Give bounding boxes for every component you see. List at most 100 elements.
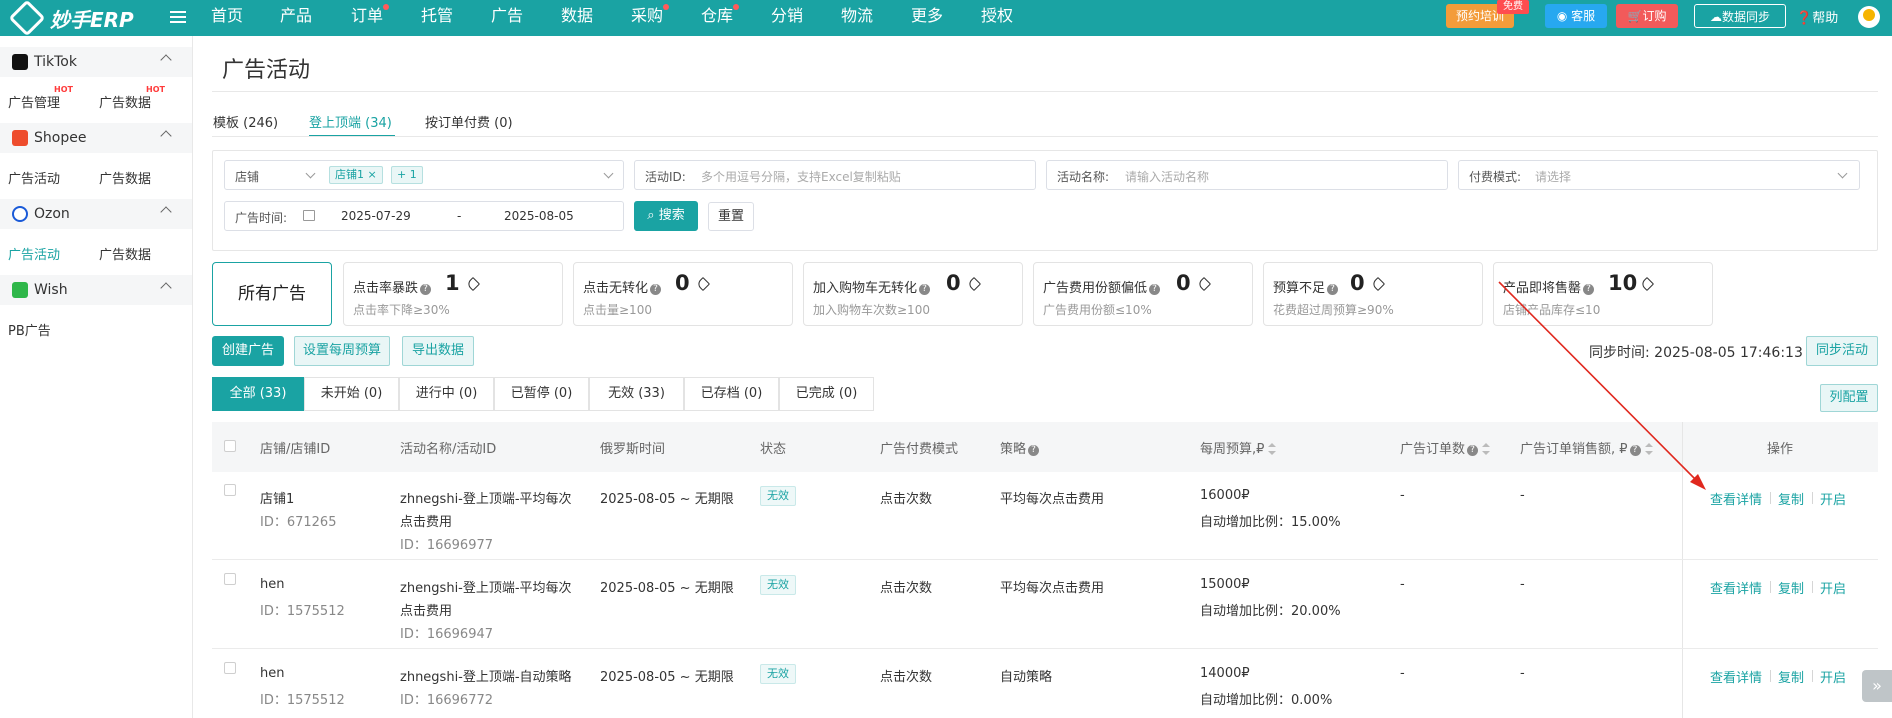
menu-toggle-icon[interactable] (170, 8, 186, 28)
sidebar-item-wish-pb-ads[interactable]: PB广告 (8, 320, 51, 339)
sync-activity-button[interactable]: 同步活动 (1806, 336, 1878, 366)
app-logo[interactable]: 妙手ERP (8, 0, 134, 37)
auto-increase: 自动增加比例：20.00% (1200, 604, 1341, 619)
ad-time-range[interactable]: 广告时间: 2025-07-29 - 2025-08-05 (224, 201, 624, 231)
expand-panel-button[interactable]: » (1862, 670, 1892, 702)
sort-icon[interactable] (1482, 443, 1491, 455)
pay-mode-select[interactable]: 付费模式: 请选择 (1458, 160, 1860, 190)
card-all-ads[interactable]: 所有广告 (212, 262, 332, 326)
sidebar-item-shopee-ad-campaign[interactable]: 广告活动 (8, 168, 60, 187)
select-all-checkbox[interactable] (224, 440, 236, 452)
enable-link[interactable]: 开启 (1820, 578, 1846, 597)
view-details-link[interactable]: 查看详情 (1710, 667, 1762, 686)
edit-icon[interactable] (695, 276, 711, 292)
tab-top-position[interactable]: 登上顶端 (34) (309, 112, 392, 131)
export-data-button[interactable]: 导出数据 (402, 336, 474, 366)
sidebar-group-ozon[interactable]: Ozon (0, 199, 192, 229)
nav-data[interactable]: 数据 (561, 0, 593, 36)
sidebar-item-ozon-ad-data[interactable]: 广告数据 (99, 244, 151, 263)
nav-more[interactable]: 更多 (911, 0, 943, 36)
sidebar-group-wish[interactable]: Wish (0, 275, 192, 305)
edit-icon[interactable] (465, 276, 481, 292)
reset-button[interactable]: 重置 (708, 202, 754, 231)
row-checkbox[interactable] (224, 662, 236, 674)
close-icon[interactable]: × (368, 168, 377, 181)
sort-icon[interactable] (1268, 443, 1277, 455)
sidebar-item-shopee-ad-data[interactable]: 广告数据 (99, 168, 151, 187)
tab-pay-per-order[interactable]: 按订单付费 (0) (425, 112, 513, 131)
edit-icon[interactable] (1370, 276, 1386, 292)
edit-icon[interactable] (966, 276, 982, 292)
copy-link[interactable]: 复制 (1778, 578, 1804, 597)
view-details-link[interactable]: 查看详情 (1710, 578, 1762, 597)
sidebar-item-tiktok-ad-manage[interactable]: 广告管理 (8, 92, 60, 111)
row-checkbox[interactable] (224, 573, 236, 585)
nav-products[interactable]: 产品 (280, 0, 312, 36)
service-button[interactable]: ◉ 客服 (1545, 4, 1607, 28)
nav-warehouse[interactable]: 仓库 (701, 0, 740, 36)
status-tab-not-started[interactable]: 未开始 (0) (304, 377, 399, 411)
card-cart-no-conversion[interactable]: 加入购物车无转化? 0 加入购物车次数≥100 (803, 262, 1023, 326)
status-tab-archived[interactable]: 已存档 (0) (684, 377, 779, 411)
sidebar-item-ozon-ad-campaign[interactable]: 广告活动 (8, 244, 60, 263)
copy-link[interactable]: 复制 (1778, 489, 1804, 508)
sidebar-group-shopee[interactable]: Shopee (0, 123, 192, 153)
card-click-no-conversion[interactable]: 点击无转化? 0 点击量≥100 (573, 262, 793, 326)
strategy: 平均每次点击费用 (1000, 492, 1105, 507)
activity-name[interactable]: zhengshi-登上顶端-平均每次 (400, 577, 572, 596)
shop-select[interactable]: 店铺 店铺1 × + 1 (224, 160, 624, 190)
enable-link[interactable]: 开启 (1820, 667, 1846, 686)
row-checkbox[interactable] (224, 484, 236, 496)
copy-link[interactable]: 复制 (1778, 667, 1804, 686)
enable-link[interactable]: 开启 (1820, 489, 1846, 508)
create-ad-button[interactable]: 创建广告 (212, 336, 284, 366)
date-end[interactable]: 2025-08-05 (504, 209, 574, 223)
status-tab-invalid[interactable]: 无效 (33) (589, 377, 684, 411)
activity-name-cont[interactable]: 点击费用 (400, 600, 452, 619)
status-tab-in-progress[interactable]: 进行中 (0) (399, 377, 494, 411)
nav-logistics[interactable]: 物流 (841, 0, 873, 36)
card-ctr-drop[interactable]: 点击率暴跌? 1 点击率下降≥30% (343, 262, 563, 326)
auto-increase: 自动增加比例：15.00% (1200, 515, 1341, 530)
sidebar-group-tiktok[interactable]: TikTok (0, 47, 192, 77)
status-tab-all[interactable]: 全部 (33) (212, 377, 304, 411)
nav-hosting[interactable]: 托管 (421, 0, 453, 36)
tab-template[interactable]: 模板 (246) (213, 112, 278, 131)
nav-purchase[interactable]: 采购 (631, 0, 670, 36)
order-button[interactable]: 🛒订购 (1616, 4, 1678, 28)
nav-home[interactable]: 首页 (211, 0, 243, 36)
hot-badge: HOT (54, 85, 73, 94)
shop-tag[interactable]: 店铺1 × (329, 166, 383, 184)
nav-ads[interactable]: 广告 (491, 0, 523, 36)
search-button[interactable]: ⌕ 搜索 (634, 201, 698, 231)
card-low-ad-share[interactable]: 广告费用份额偏低? 0 广告费用份额≤10% (1033, 262, 1253, 326)
weekly-budget-button[interactable]: 设置每周预算 (294, 336, 390, 366)
activity-name[interactable]: zhnegshi-登上顶端-平均每次 (400, 488, 572, 507)
data-sync-button[interactable]: ☁数据同步 (1694, 4, 1786, 28)
col-ad-orders[interactable]: 广告订单数? (1400, 438, 1491, 457)
activity-name-cont[interactable]: 点击费用 (400, 511, 452, 530)
link-separator (1770, 492, 1771, 504)
edit-icon[interactable] (1196, 276, 1212, 292)
notification-dot (663, 4, 670, 10)
col-weekly-budget[interactable]: 每周预算,₽ (1200, 438, 1277, 457)
help-icon: ? (919, 284, 931, 295)
shop-name: hen (260, 666, 285, 681)
status-tab-completed[interactable]: 已完成 (0) (779, 377, 874, 411)
activity-id-field[interactable]: 活动ID: 多个用逗号分隔，支持Excel复制粘贴 (634, 160, 1036, 190)
nav-orders[interactable]: 订单 (351, 0, 390, 36)
chevron-down-icon (305, 168, 316, 179)
help-link[interactable]: ❓帮助 (1796, 7, 1838, 26)
card-budget-insufficient[interactable]: 预算不足? 0 花费超过周预算≥90% (1263, 262, 1483, 326)
russia-time: 2025-08-05 ~ 无期限 (600, 492, 734, 507)
user-avatar[interactable] (1858, 6, 1880, 28)
status-tab-paused[interactable]: 已暂停 (0) (494, 377, 589, 411)
nav-distribution[interactable]: 分销 (771, 0, 803, 36)
date-start[interactable]: 2025-07-29 (341, 209, 411, 223)
help-icon: ? (1467, 445, 1479, 456)
activity-name[interactable]: zhnegshi-登上顶端-自动策略 (400, 666, 572, 685)
nav-authorize[interactable]: 授权 (981, 0, 1013, 36)
activity-name-field[interactable]: 活动名称: 请输入活动名称 (1046, 160, 1448, 190)
sidebar-item-tiktok-ad-data[interactable]: 广告数据 (99, 92, 151, 111)
column-config-button[interactable]: 列配置 (1820, 384, 1878, 412)
